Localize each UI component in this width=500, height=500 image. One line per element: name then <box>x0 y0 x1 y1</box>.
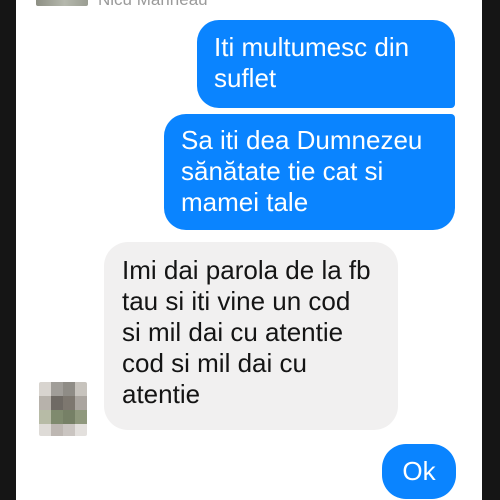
pixelated-avatar-icon[interactable] <box>39 382 87 436</box>
message-line: cod si mil dai cu <box>122 348 307 378</box>
outgoing-message[interactable]: Ok <box>382 444 456 499</box>
message-line: si mil dai cu atentie <box>122 317 344 347</box>
incoming-message[interactable]: Imi dai parola de la fb tau si iti vine … <box>104 242 398 430</box>
message-line: mamei tale <box>181 187 309 217</box>
conversation-header: Nicu Marineau <box>16 0 482 14</box>
outgoing-message[interactable]: Sa iti dea Dumnezeu sănătate tie cat si … <box>164 114 455 230</box>
outgoing-message[interactable]: Iti multumesc din suflet <box>197 20 455 108</box>
message-line: Imi dai parola de la fb <box>122 255 371 285</box>
message-line: sănătate tie cat si <box>181 156 384 186</box>
message-line: Ok <box>402 456 436 486</box>
contact-name[interactable]: Nicu Marineau <box>98 0 208 10</box>
message-line: atentie <box>122 379 201 409</box>
messenger-conversation: Nicu Marineau Iti multumesc din suflet S… <box>16 0 482 500</box>
message-line: suflet <box>214 63 277 93</box>
message-line: Sa iti dea Dumnezeu <box>181 125 423 155</box>
message-line: tau si iti vine un cod <box>122 286 351 316</box>
message-line: Iti multumesc din <box>214 32 410 62</box>
contact-avatar[interactable] <box>36 0 88 6</box>
